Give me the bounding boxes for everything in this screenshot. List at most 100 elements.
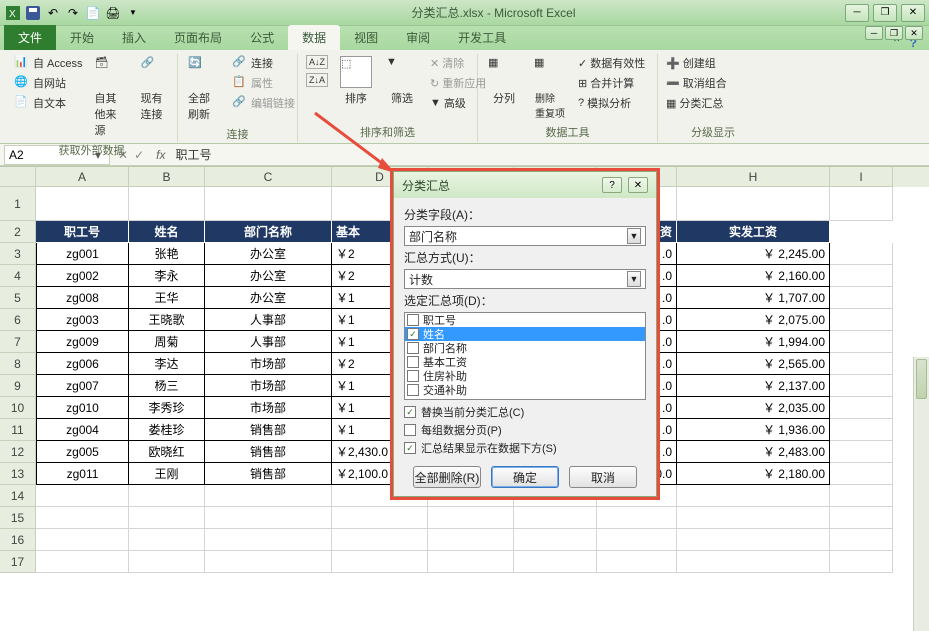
col-header-I[interactable]: I: [830, 167, 893, 187]
subtotal-button[interactable]: ▦分类汇总: [664, 94, 729, 112]
checkbox[interactable]: [404, 424, 416, 436]
cell-pay[interactable]: ￥ 1,936.00: [677, 419, 830, 441]
checkbox[interactable]: ✓: [407, 328, 419, 340]
list-item[interactable]: 职工号: [405, 313, 645, 327]
checkbox[interactable]: [407, 356, 419, 368]
row-header[interactable]: 15: [0, 507, 36, 529]
ok-button[interactable]: 确定: [491, 466, 559, 488]
items-listbox[interactable]: 职工号✓姓名部门名称基本工资住房补助交通补助: [404, 312, 646, 400]
tab-file[interactable]: 文件: [4, 25, 56, 50]
cell-name[interactable]: 王华: [129, 287, 205, 309]
cell-dept[interactable]: 销售部: [205, 441, 332, 463]
row-header[interactable]: 12: [0, 441, 36, 463]
row-header[interactable]: 13: [0, 463, 36, 485]
from-other-button[interactable]: 🗃自其他来源: [91, 54, 131, 140]
col-header-C[interactable]: C: [205, 167, 332, 187]
restore-button[interactable]: ❐: [873, 4, 897, 22]
cell-id[interactable]: zg006: [36, 353, 129, 375]
tab-data[interactable]: 数据: [288, 25, 340, 50]
data-validation-button[interactable]: ✓数据有效性: [576, 54, 647, 72]
col-header-B[interactable]: B: [129, 167, 205, 187]
list-item[interactable]: 住房补助: [405, 369, 645, 383]
cell-dept[interactable]: 人事部: [205, 331, 332, 353]
minimize-button[interactable]: ─: [845, 4, 869, 22]
checkbox[interactable]: [407, 370, 419, 382]
cell-dept[interactable]: 人事部: [205, 309, 332, 331]
row-header[interactable]: 8: [0, 353, 36, 375]
cell-pay[interactable]: ￥ 2,160.00: [677, 265, 830, 287]
cell-name[interactable]: 娄桂珍: [129, 419, 205, 441]
sort-button[interactable]: ⬚排序: [336, 54, 376, 108]
checkbox[interactable]: ✓: [404, 442, 416, 454]
formula-input[interactable]: 职工号: [169, 146, 929, 163]
row-header[interactable]: 16: [0, 529, 36, 551]
cell-id[interactable]: zg009: [36, 331, 129, 353]
scrollbar-thumb[interactable]: [916, 359, 927, 399]
tab-review[interactable]: 审阅: [392, 25, 444, 50]
row-header[interactable]: 9: [0, 375, 36, 397]
cell-pay[interactable]: ￥ 2,245.00: [677, 243, 830, 265]
excel-icon[interactable]: X: [4, 4, 22, 22]
col-header-H[interactable]: H: [677, 167, 830, 187]
cell-dept[interactable]: 市场部: [205, 375, 332, 397]
refresh-all-button[interactable]: 🔄全部刷新: [184, 54, 224, 124]
cell-name[interactable]: 王晓歌: [129, 309, 205, 331]
row-header[interactable]: 14: [0, 485, 36, 507]
th-id[interactable]: 职工号: [36, 221, 129, 243]
list-item[interactable]: 基本工资: [405, 355, 645, 369]
qat-extra2-icon[interactable]: 🖨: [104, 4, 122, 22]
row-header[interactable]: 4: [0, 265, 36, 287]
properties-button[interactable]: 📋属性: [230, 74, 297, 92]
tab-developer[interactable]: 开发工具: [444, 25, 520, 50]
checkbox[interactable]: [407, 314, 419, 326]
text-to-columns-button[interactable]: ▦分列: [484, 54, 524, 108]
connections-button[interactable]: 🔗连接: [230, 54, 297, 72]
cell-id[interactable]: zg004: [36, 419, 129, 441]
consolidate-button[interactable]: ⊞合并计算: [576, 74, 647, 92]
cell-id[interactable]: zg008: [36, 287, 129, 309]
whatif-button[interactable]: ?模拟分析: [576, 94, 647, 112]
select-all-corner[interactable]: [0, 167, 36, 187]
vertical-scrollbar[interactable]: [913, 357, 929, 631]
row-header[interactable]: 10: [0, 397, 36, 419]
cell-dept[interactable]: 办公室: [205, 243, 332, 265]
close-button[interactable]: ✕: [901, 4, 925, 22]
cell-name[interactable]: 李永: [129, 265, 205, 287]
tab-insert[interactable]: 插入: [108, 25, 160, 50]
qat-dropdown-icon[interactable]: ▼: [124, 4, 142, 22]
cell-id[interactable]: zg003: [36, 309, 129, 331]
tab-formulas[interactable]: 公式: [236, 25, 288, 50]
list-item[interactable]: ✓姓名: [405, 327, 645, 341]
cell-name[interactable]: 李秀珍: [129, 397, 205, 419]
wb-restore-button[interactable]: ❐: [885, 26, 903, 40]
th-dept[interactable]: 部门名称: [205, 221, 332, 243]
func-select[interactable]: 计数 ▼: [404, 269, 646, 289]
undo-icon[interactable]: ↶: [44, 4, 62, 22]
group-button[interactable]: ➕创建组: [664, 54, 729, 72]
dialog-close-button[interactable]: ✕: [628, 177, 648, 193]
from-access-button[interactable]: 📊自 Access: [12, 54, 85, 72]
edit-links-button[interactable]: 🔗编辑链接: [230, 94, 297, 112]
cell-id[interactable]: zg001: [36, 243, 129, 265]
cell-pay[interactable]: ￥ 1,994.00: [677, 331, 830, 353]
sort-desc-button[interactable]: Z↓A: [304, 72, 330, 88]
row-header[interactable]: 1: [0, 187, 36, 221]
cell-id[interactable]: zg011: [36, 463, 129, 485]
cell-pay[interactable]: ￥ 2,035.00: [677, 397, 830, 419]
cell-pay[interactable]: ￥ 2,565.00: [677, 353, 830, 375]
cell-pay[interactable]: ￥ 2,180.00: [677, 463, 830, 485]
tab-layout[interactable]: 页面布局: [160, 25, 236, 50]
dialog-help-button[interactable]: ?: [602, 177, 622, 193]
row-header[interactable]: 5: [0, 287, 36, 309]
cell-dept[interactable]: 销售部: [205, 419, 332, 441]
cell-id[interactable]: zg005: [36, 441, 129, 463]
option-checkbox[interactable]: ✓汇总结果显示在数据下方(S): [404, 439, 646, 457]
cell-dept[interactable]: 办公室: [205, 265, 332, 287]
cell-name[interactable]: 周菊: [129, 331, 205, 353]
wb-close-button[interactable]: ✕: [905, 26, 923, 40]
remove-dup-button[interactable]: ▦删除重复项: [530, 54, 570, 122]
cell-pay[interactable]: ￥ 1,707.00: [677, 287, 830, 309]
checkbox[interactable]: [407, 384, 419, 396]
list-item[interactable]: 交通补助: [405, 383, 645, 397]
row-header[interactable]: 2: [0, 221, 36, 243]
